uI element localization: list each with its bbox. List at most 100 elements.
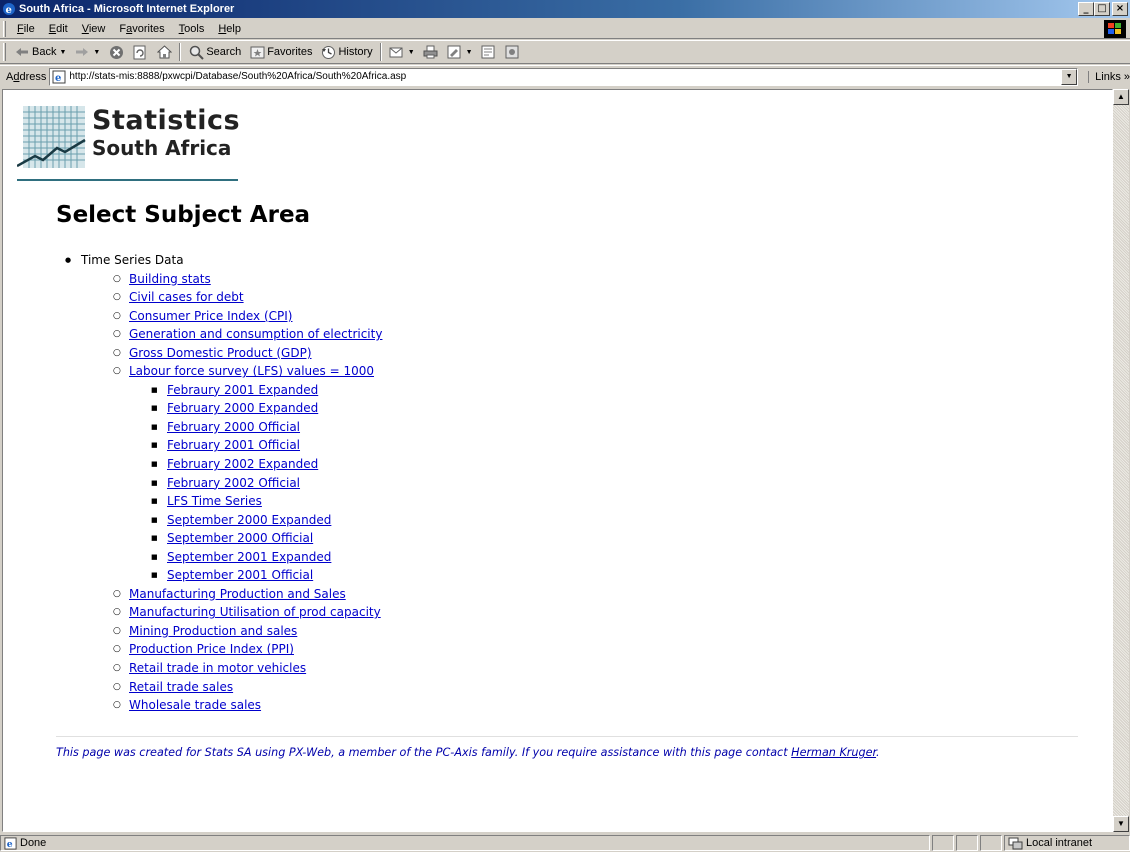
search-button[interactable]: Search xyxy=(184,42,245,62)
back-dropdown-icon[interactable]: ▼ xyxy=(59,49,66,56)
zone-label: Local intranet xyxy=(1026,837,1093,849)
lfs-item: September 2000 Expanded xyxy=(151,511,382,530)
subject-item: Retail trade sales xyxy=(113,678,382,697)
subject-link-civil-cases[interactable]: Civil cases for debt xyxy=(129,290,244,304)
scroll-down-icon[interactable]: ▼ xyxy=(1113,816,1129,832)
stop-button[interactable] xyxy=(104,42,128,62)
lfs-link[interactable]: February 2001 Official xyxy=(167,438,300,452)
menu-tools[interactable]: Tools xyxy=(172,23,212,35)
lfs-link[interactable]: September 2001 Expanded xyxy=(167,550,331,564)
address-label: Address xyxy=(6,70,47,83)
lfs-item: Febraury 2001 Expanded xyxy=(151,381,382,400)
lfs-link[interactable]: February 2000 Official xyxy=(167,420,300,434)
time-series-label: Time Series Data xyxy=(81,253,184,267)
forward-arrow-icon xyxy=(74,44,90,60)
address-dropdown-icon[interactable]: ▼ xyxy=(1061,68,1078,85)
status-cell xyxy=(956,835,978,851)
favorites-button[interactable]: Favorites xyxy=(245,42,316,62)
contact-link[interactable]: Herman Kruger xyxy=(791,746,876,759)
favorites-icon xyxy=(249,44,265,60)
forward-dropdown-icon[interactable]: ▼ xyxy=(93,49,100,56)
lfs-item: February 2000 Official xyxy=(151,418,382,437)
toolbar-separator xyxy=(379,43,382,61)
menu-favorites[interactable]: Favorites xyxy=(112,23,171,35)
lfs-link[interactable]: LFS Time Series xyxy=(167,494,262,508)
forward-button[interactable]: ▼ xyxy=(70,42,104,62)
scroll-up-icon[interactable]: ▲ xyxy=(1113,89,1129,105)
subject-link-ppi[interactable]: Production Price Index (PPI) xyxy=(129,642,294,656)
back-button[interactable]: Back ▼ xyxy=(10,42,70,62)
back-label: Back xyxy=(32,46,57,58)
discuss-icon xyxy=(481,44,497,60)
lfs-item: February 2001 Official xyxy=(151,436,382,455)
lfs-item: February 2002 Expanded xyxy=(151,455,382,474)
subject-link-gdp[interactable]: Gross Domestic Product (GDP) xyxy=(129,346,312,360)
lfs-link[interactable]: February 2002 Official xyxy=(167,476,300,490)
maximize-button[interactable]: □ xyxy=(1094,2,1110,16)
subject-link-retail-motor[interactable]: Retail trade in motor vehicles xyxy=(129,661,306,675)
lfs-sublist: Febraury 2001 Expanded February 2000 Exp… xyxy=(151,381,382,585)
subject-item: Labour force survey (LFS) values = 1000 … xyxy=(113,362,382,585)
lfs-item: February 2000 Expanded xyxy=(151,399,382,418)
subject-link-building-stats[interactable]: Building stats xyxy=(129,272,211,286)
standard-toolbar: Back ▼ ▼ Search Favorites History ▼ ▼ xyxy=(0,40,1130,64)
edit-dropdown-icon[interactable]: ▼ xyxy=(466,49,473,56)
vertical-scrollbar[interactable]: ▲ ▼ xyxy=(1113,89,1129,832)
page-status-icon: e xyxy=(4,836,17,850)
links-button[interactable]: Links » xyxy=(1088,70,1130,83)
lfs-link[interactable]: February 2000 Expanded xyxy=(167,401,318,415)
messenger-button[interactable] xyxy=(501,42,525,62)
subject-link-wholesale[interactable]: Wholesale trade sales xyxy=(129,698,261,712)
address-url: http://stats-mis:8888/pxwcpi/Database/So… xyxy=(69,71,407,82)
menubar-grip[interactable] xyxy=(3,20,6,37)
lfs-link[interactable]: September 2001 Official xyxy=(167,568,313,582)
status-text: Done xyxy=(20,837,47,849)
print-button[interactable] xyxy=(419,42,443,62)
minimize-button[interactable]: _ xyxy=(1078,2,1094,16)
subject-link-manufacturing-capacity[interactable]: Manufacturing Utilisation of prod capaci… xyxy=(129,605,381,619)
lfs-link[interactable]: Febraury 2001 Expanded xyxy=(167,383,318,397)
subject-link-manufacturing-sales[interactable]: Manufacturing Production and Sales xyxy=(129,587,346,601)
lfs-link[interactable]: February 2002 Expanded xyxy=(167,457,318,471)
logo-subtitle: South Africa xyxy=(92,136,232,160)
subject-link-mining[interactable]: Mining Production and sales xyxy=(129,624,297,638)
home-button[interactable] xyxy=(152,42,176,62)
close-button[interactable]: × xyxy=(1112,2,1128,16)
menu-help[interactable]: Help xyxy=(211,23,248,35)
menu-view[interactable]: View xyxy=(75,23,113,35)
lfs-link[interactable]: September 2000 Expanded xyxy=(167,513,331,527)
page-viewport: Statistics South Africa Select Subject A… xyxy=(2,89,1113,832)
refresh-button[interactable] xyxy=(128,42,152,62)
subject-link-retail-sales[interactable]: Retail trade sales xyxy=(129,680,233,694)
messenger-icon xyxy=(505,44,521,60)
security-zone: Local intranet xyxy=(1004,835,1130,851)
mail-dropdown-icon[interactable]: ▼ xyxy=(408,49,415,56)
subject-link-electricity[interactable]: Generation and consumption of electricit… xyxy=(129,327,382,341)
mail-button[interactable]: ▼ xyxy=(385,42,419,62)
subject-link-lfs[interactable]: Labour force survey (LFS) values = 1000 xyxy=(129,364,374,378)
favorites-label: Favorites xyxy=(267,46,313,58)
subject-link-cpi[interactable]: Consumer Price Index (CPI) xyxy=(129,309,292,323)
toolbar-grip[interactable] xyxy=(3,43,6,61)
windows-logo-icon xyxy=(1104,20,1126,38)
stats-sa-logo: Statistics South Africa xyxy=(17,105,240,182)
stop-icon xyxy=(108,44,124,60)
menu-edit[interactable]: Edit xyxy=(42,23,75,35)
discuss-button[interactable] xyxy=(477,42,501,62)
subject-item: Consumer Price Index (CPI) xyxy=(113,307,382,326)
history-button[interactable]: History xyxy=(316,42,376,62)
footer-note: This page was created for Stats SA using… xyxy=(56,746,880,759)
lfs-item: February 2002 Official xyxy=(151,474,382,493)
menu-file[interactable]: File xyxy=(10,23,42,35)
address-input[interactable]: e http://stats-mis:8888/pxwcpi/Database/… xyxy=(49,67,1079,86)
svg-text:e: e xyxy=(7,839,13,850)
lfs-link[interactable]: September 2000 Official xyxy=(167,531,313,545)
subject-item: Production Price Index (PPI) xyxy=(113,640,382,659)
svg-text:e: e xyxy=(55,73,61,84)
edit-button[interactable]: ▼ xyxy=(443,42,477,62)
edit-icon xyxy=(447,44,463,60)
search-label: Search xyxy=(206,46,242,58)
status-bar: e Done Local intranet xyxy=(0,834,1130,852)
subject-item: Manufacturing Production and Sales xyxy=(113,585,382,604)
status-cell xyxy=(980,835,1002,851)
